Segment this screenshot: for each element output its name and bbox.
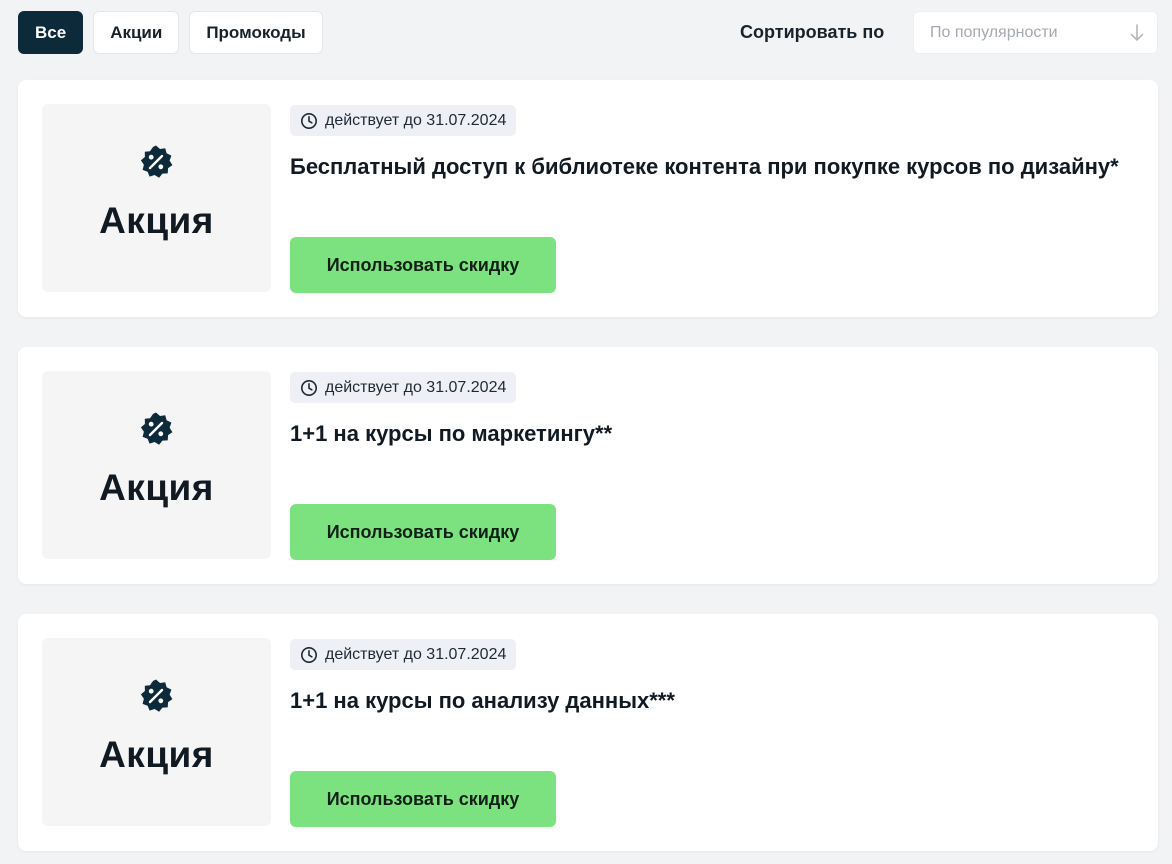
promo-card: Акция действует до 31.07.2024 1+1 на кур… [18, 347, 1158, 584]
promo-card-image-label: Акция [99, 734, 214, 775]
validity-badge: действует до 31.07.2024 [290, 372, 517, 403]
tab-promocodes[interactable]: Промокоды [189, 11, 323, 54]
discount-badge-icon [140, 412, 173, 445]
promo-card-image-label: Акция [99, 200, 214, 241]
discount-badge-icon [140, 145, 173, 178]
toolbar: Все Акции Промокоды Сортировать по По по… [18, 11, 1158, 55]
promo-card: Акция действует до 31.07.2024 Бесплатный… [18, 80, 1158, 317]
tab-promotions[interactable]: Акции [93, 11, 180, 54]
arrow-down-icon [1130, 24, 1144, 41]
sort-select[interactable]: По популярности [913, 11, 1158, 54]
validity-text: действует до 31.07.2024 [325, 111, 507, 129]
clock-icon [301, 646, 317, 663]
use-discount-button[interactable]: Использовать скидку [290, 771, 556, 827]
promo-card: Акция действует до 31.07.2024 1+1 на кур… [18, 614, 1158, 851]
tab-all[interactable]: Все [18, 11, 84, 54]
validity-text: действует до 31.07.2024 [325, 645, 507, 663]
clock-icon [301, 379, 317, 396]
validity-badge: действует до 31.07.2024 [290, 105, 517, 136]
promo-card-image: Акция [42, 638, 271, 826]
promo-card-image-label: Акция [99, 467, 214, 508]
promo-title: Бесплатный доступ к библиотеке контента … [290, 154, 1119, 179]
promo-card-image: Акция [42, 104, 271, 292]
sort-selected-value: По популярности [930, 23, 1058, 41]
use-discount-button[interactable]: Использовать скидку [290, 504, 556, 560]
filter-tabs: Все Акции Промокоды [18, 11, 323, 54]
promo-card-image: Акция [42, 371, 271, 559]
use-discount-button[interactable]: Использовать скидку [290, 237, 556, 293]
sort-label: Сортировать по [740, 22, 885, 42]
validity-text: действует до 31.07.2024 [325, 378, 507, 396]
discount-badge-icon [140, 679, 173, 712]
validity-badge: действует до 31.07.2024 [290, 639, 517, 670]
clock-icon [301, 112, 317, 129]
promo-title: 1+1 на курсы по анализу данных*** [290, 688, 675, 713]
promo-title: 1+1 на курсы по маркетингу** [290, 421, 613, 446]
